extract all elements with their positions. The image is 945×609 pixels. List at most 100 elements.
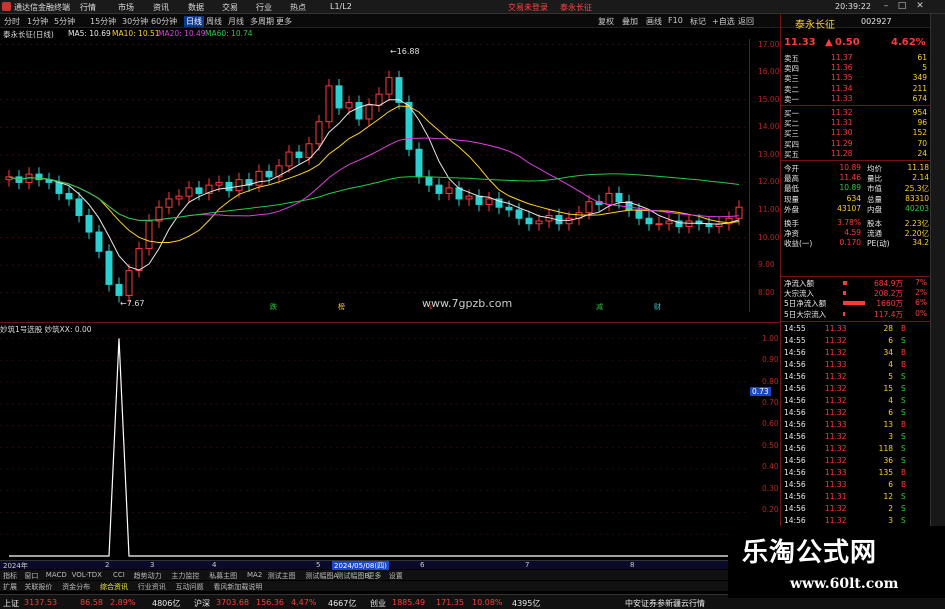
indicator-tab-4[interactable]: CCI: [113, 571, 125, 579]
extension-tab-3[interactable]: 综合资讯: [100, 582, 128, 592]
period-tab-3[interactable]: 15分钟: [90, 16, 116, 27]
extension-tab-4[interactable]: 行业资讯: [138, 582, 166, 592]
indicator-tab-13[interactable]: 设置: [389, 571, 403, 581]
indicator-tab-11[interactable]: 测试幅图B: [336, 571, 369, 581]
indicator-tab-9[interactable]: 测试主图: [268, 571, 296, 581]
indicator-tab-1[interactable]: 窗口: [24, 571, 38, 581]
tick-price: 11.33: [825, 480, 847, 489]
candle-body: [95, 231, 103, 252]
bid-row[interactable]: 买二 11.31 96: [781, 118, 931, 128]
stat-value: 10.89: [839, 163, 861, 172]
candle-body: [485, 198, 493, 205]
candlestick-chart[interactable]: ←16.88←7.67 跌榜 ↓ 减财: [0, 39, 750, 312]
ask-row[interactable]: 卖四 11.36 5: [781, 63, 931, 73]
candle-body: [585, 201, 593, 214]
tick-row: 14:56 11.32 5 S: [781, 372, 931, 382]
extension-tab-2[interactable]: 资金分布: [62, 582, 90, 592]
period-tab-5[interactable]: 60分钟: [151, 16, 177, 27]
indicator-tab-10[interactable]: 测试幅图A: [305, 571, 338, 581]
indicator-tab-0[interactable]: 指标: [3, 571, 17, 581]
broker-name: 中安证券参新疆云行情: [625, 599, 705, 608]
ask-row[interactable]: 卖三 11.35 349: [781, 73, 931, 83]
menu-item-3[interactable]: 数据: [188, 2, 204, 13]
ask-row[interactable]: 卖二 11.34 211: [781, 84, 931, 94]
extension-tab-5[interactable]: 互动问题: [176, 582, 204, 592]
tick-time: 14:56: [784, 444, 806, 453]
period-tab-2[interactable]: 5分钟: [54, 16, 75, 27]
ask-row[interactable]: 卖五 11.37 61: [781, 53, 931, 63]
period-tab-10[interactable]: 更多: [276, 16, 292, 27]
maximize-icon[interactable]: □: [896, 1, 908, 12]
cy-index-value: 1885.49: [392, 598, 426, 607]
sz-index-label[interactable]: 沪深: [194, 598, 210, 609]
bid-row[interactable]: 买五 11.28 24: [781, 149, 931, 159]
candle-body: [415, 148, 423, 178]
menu-item-7[interactable]: L1/L2: [330, 2, 352, 11]
event-marker-1: 榜: [338, 302, 345, 311]
toolbar-button-0[interactable]: 复权: [598, 16, 614, 27]
indicator-tab-2[interactable]: MACD: [46, 571, 67, 579]
date-month: 6: [420, 561, 425, 569]
menu-item-5[interactable]: 行业: [256, 2, 272, 13]
bid-row[interactable]: 买一 11.32 954: [781, 108, 931, 118]
flow-pct: 6%: [915, 298, 927, 308]
toolbar-button-3[interactable]: F10: [668, 16, 683, 25]
bid-price: 11.31: [831, 118, 853, 128]
right-side-toolbar[interactable]: [930, 14, 945, 542]
toolbar-button-6[interactable]: 返回: [738, 16, 754, 27]
period-tab-7[interactable]: 周线: [206, 16, 222, 27]
bid-volume: 70: [917, 138, 927, 148]
tick-volume: 28: [883, 324, 893, 333]
period-tab-8[interactable]: 月线: [228, 16, 244, 27]
period-tab-9[interactable]: 多周期: [250, 16, 274, 27]
ask-row[interactable]: 卖一 11.33 674: [781, 94, 931, 104]
ticks-divider: [781, 321, 931, 322]
toolbar-button-2[interactable]: 画线: [646, 16, 662, 27]
extension-tab-0[interactable]: 扩展: [3, 582, 17, 592]
period-tab-0[interactable]: 分时: [4, 16, 20, 27]
indicator-tick: 0.80: [762, 376, 779, 386]
toolbar-button-5[interactable]: +自选: [712, 16, 735, 27]
indicator-tab-12[interactable]: 更多: [367, 571, 381, 581]
bid-row[interactable]: 买四 11.29 70: [781, 139, 931, 149]
indicator-name: 妙筑1号选股: [0, 325, 43, 334]
tick-row: 14:56 11.33 13 B: [781, 420, 931, 430]
indicator-chart[interactable]: [0, 334, 750, 558]
indicator-tab-5[interactable]: 趋势动力: [134, 571, 162, 581]
menu-item-2[interactable]: 资讯: [153, 2, 169, 13]
candle-body: [255, 170, 263, 186]
candle-body: [75, 198, 83, 216]
date-month: 5: [316, 561, 321, 569]
extension-tab-1[interactable]: 关联报价: [24, 582, 52, 592]
extension-tab-6[interactable]: 看风新加载说明: [213, 582, 262, 592]
stat-label: PE(动): [867, 239, 890, 249]
flow-row: 大宗流入 208.2万 2%: [781, 288, 931, 298]
tick-time: 14:56: [784, 384, 806, 393]
close-icon[interactable]: ✕: [914, 1, 926, 12]
menu-item-6[interactable]: 热点: [290, 2, 306, 13]
indicator-tab-7[interactable]: 私募主图: [209, 571, 237, 581]
indicator-tab-6[interactable]: 主力监控: [171, 571, 199, 581]
period-tab-6[interactable]: 日线: [184, 16, 204, 27]
bid-price: 11.29: [831, 138, 853, 148]
indicator-tab-3[interactable]: VOL-TDX: [72, 571, 102, 579]
trade-login-notice[interactable]: 交易未登录: [508, 2, 548, 13]
toolbar-button-4[interactable]: 标记: [690, 16, 706, 27]
cy-index-label[interactable]: 创业: [370, 598, 386, 609]
indicator-tab-8[interactable]: MA2: [247, 571, 262, 579]
period-tab-4[interactable]: 30分钟: [122, 16, 148, 27]
stat-value: 3.78%: [837, 218, 861, 227]
tick-row: 14:56 11.31 12 S: [781, 492, 931, 502]
tick-time: 14:56: [784, 468, 806, 477]
current-stock-notice[interactable]: 泰永长征: [560, 2, 592, 13]
period-tab-1[interactable]: 1分钟: [27, 16, 48, 27]
event-marker-3: 减: [596, 302, 603, 311]
menu-item-1[interactable]: 市场: [118, 2, 134, 13]
minimize-icon[interactable]: –: [880, 1, 892, 12]
menu-item-0[interactable]: 行情: [80, 2, 96, 13]
sh-index-label[interactable]: 上证: [3, 598, 19, 609]
candle-body: [635, 209, 643, 219]
bid-row[interactable]: 买三 11.30 152: [781, 128, 931, 138]
toolbar-button-1[interactable]: 叠加: [622, 16, 638, 27]
menu-item-4[interactable]: 交易: [222, 2, 238, 13]
